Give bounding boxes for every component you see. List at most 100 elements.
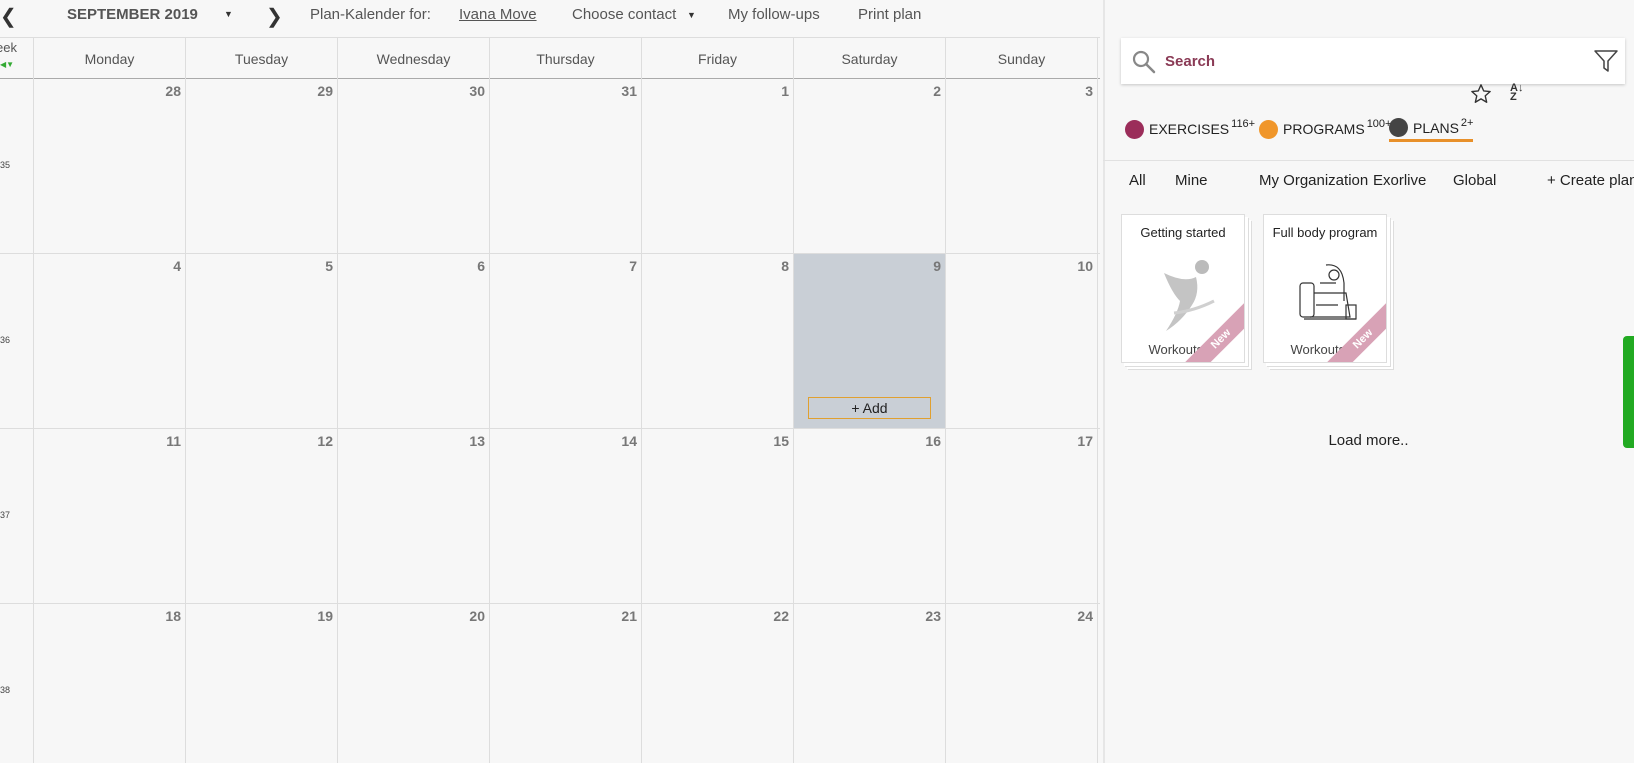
day-number: 29 [317, 83, 333, 99]
star-icon[interactable] [1470, 83, 1492, 105]
weekday-thursday: Thursday [490, 38, 642, 79]
tab-programs[interactable]: PROGRAMS 100+ [1259, 116, 1391, 142]
tab-label: PLANS [1413, 119, 1459, 136]
filter-tab-5[interactable]: + Create plan ter [1547, 172, 1634, 189]
weekday-header: eek ◀▼ MondayTuesdayWednesdayThursdayFri… [0, 37, 1100, 79]
filter-tab-1[interactable]: Mine [1175, 172, 1208, 189]
search-icon [1132, 50, 1156, 74]
plan-card[interactable]: Full body program Workouts: 5 New [1263, 214, 1387, 363]
caret-down-icon[interactable]: ▼ [687, 10, 696, 20]
day-cell[interactable]: 2 [794, 79, 946, 253]
tab-count: 2+ [1460, 116, 1474, 129]
day-cell[interactable]: 28 [34, 79, 186, 253]
day-number: 8 [781, 258, 789, 274]
day-number: 31 [621, 83, 637, 99]
plan-calendar-label: Plan-Kalender for: [310, 6, 431, 23]
add-button[interactable]: + Add [808, 397, 931, 419]
week-number: 35 [0, 79, 34, 253]
day-number: 21 [621, 608, 637, 624]
chevron-right-icon[interactable]: ❯ [266, 4, 283, 29]
search-input[interactable] [1165, 48, 1565, 74]
day-number: 28 [165, 83, 181, 99]
weekday-monday: Monday [34, 38, 186, 79]
my-follow-ups-link[interactable]: My follow-ups [728, 6, 820, 23]
day-cell[interactable]: 7 [490, 254, 642, 428]
day-cell[interactable]: 11 [34, 429, 186, 603]
calendar-week-row: 38 18 19 20 21 22 23 24 [0, 604, 1100, 763]
week-number: 37 [0, 429, 34, 603]
filter-tab-3[interactable]: Exorlive [1373, 172, 1426, 189]
plan-thumbnail-image [1286, 253, 1366, 333]
day-cell[interactable]: 21 [490, 604, 642, 763]
tab-exercises[interactable]: EXERCISES 116+ [1125, 116, 1255, 142]
day-cell[interactable]: 5 [186, 254, 338, 428]
day-number: 30 [469, 83, 485, 99]
week-number: 36 [0, 254, 34, 428]
day-number: 16 [925, 433, 941, 449]
day-number: 19 [317, 608, 333, 624]
plan-card-title: Full body program [1272, 225, 1378, 240]
feedback-tab[interactable] [1623, 336, 1634, 448]
day-cell[interactable]: 3 [946, 79, 1098, 253]
tab-label: EXERCISES [1149, 121, 1230, 137]
day-number: 22 [773, 608, 789, 624]
day-cell[interactable]: 19 [186, 604, 338, 763]
calendar-toolbar: ❮ SEPTEMBER 2019 ▼ ❯ Plan-Kalender for: … [0, 0, 1100, 32]
filter-tab-0[interactable]: All [1129, 172, 1146, 189]
day-number: 3 [1085, 83, 1093, 99]
contact-name-link[interactable]: Ivana Move [459, 6, 537, 23]
search-box [1121, 38, 1625, 84]
print-plan-link[interactable]: Print plan [858, 6, 921, 23]
day-cell[interactable]: 9 + Add [794, 254, 946, 428]
day-cell[interactable]: 13 [338, 429, 490, 603]
month-selector[interactable]: SEPTEMBER 2019 [67, 6, 198, 23]
sort-az-icon[interactable]: A↓ Z [1510, 83, 1523, 103]
day-cell[interactable]: 10 [946, 254, 1098, 428]
day-cell[interactable]: 15 [642, 429, 794, 603]
day-cell[interactable]: 8 [642, 254, 794, 428]
day-cell[interactable]: 12 [186, 429, 338, 603]
day-number: 24 [1077, 608, 1093, 624]
day-cell[interactable]: 31 [490, 79, 642, 253]
day-number: 15 [773, 433, 789, 449]
day-number: 10 [1077, 258, 1093, 274]
day-number: 7 [629, 258, 637, 274]
week-column-header[interactable]: eek ◀▼ [0, 38, 34, 79]
caret-down-icon[interactable]: ▼ [224, 9, 233, 19]
day-cell[interactable]: 17 [946, 429, 1098, 603]
day-cell[interactable]: 24 [946, 604, 1098, 763]
day-cell[interactable]: 20 [338, 604, 490, 763]
day-cell[interactable]: 1 [642, 79, 794, 253]
sort-arrows-icon[interactable]: ◀▼ [0, 60, 14, 69]
tab-label: PROGRAMS [1283, 121, 1365, 137]
day-number: 1 [781, 83, 789, 99]
filter-icon[interactable] [1593, 48, 1619, 74]
day-cell[interactable]: 16 [794, 429, 946, 603]
load-more-button[interactable]: Load more.. [1103, 432, 1634, 449]
weekday-sunday: Sunday [946, 38, 1098, 79]
day-number: 17 [1077, 433, 1093, 449]
choose-contact-dropdown[interactable]: Choose contact [572, 6, 676, 23]
day-number: 6 [477, 258, 485, 274]
day-cell[interactable]: 4 [34, 254, 186, 428]
calendar-week-row: 37 11 12 13 14 15 16 17 [0, 429, 1100, 604]
weekday-saturday: Saturday [794, 38, 946, 79]
day-cell[interactable]: 6 [338, 254, 490, 428]
day-cell[interactable]: 14 [490, 429, 642, 603]
day-number: 2 [933, 83, 941, 99]
filter-tab-4[interactable]: Global [1453, 172, 1496, 189]
day-cell[interactable]: 22 [642, 604, 794, 763]
day-number: 4 [173, 258, 181, 274]
day-cell[interactable]: 30 [338, 79, 490, 253]
filter-tab-2[interactable]: My Organization [1259, 172, 1368, 189]
week-number-label: 38 [0, 685, 11, 695]
library-panel [1103, 0, 1634, 763]
week-number-label: 37 [0, 510, 11, 520]
day-cell[interactable]: 29 [186, 79, 338, 253]
day-cell[interactable]: 18 [34, 604, 186, 763]
chevron-left-icon[interactable]: ❮ [0, 4, 17, 29]
plan-card[interactable]: Getting started Workouts: 6 New [1121, 214, 1245, 363]
day-cell[interactable]: 23 [794, 604, 946, 763]
tab-plans[interactable]: PLANS 2+ [1389, 116, 1474, 142]
tab-count: 116+ [1231, 118, 1256, 130]
